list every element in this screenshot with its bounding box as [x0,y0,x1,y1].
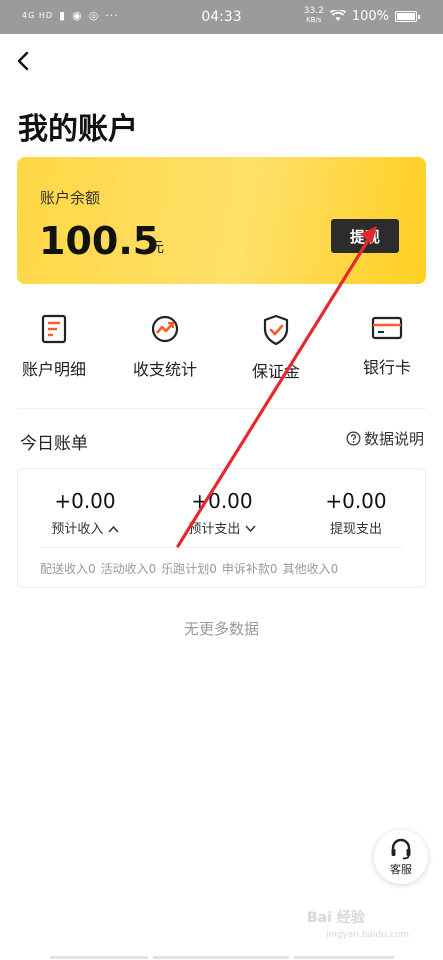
stat-value: +0.00 [325,489,387,513]
balance-amount: 100.5 [39,219,160,263]
headset-icon [391,838,411,860]
balance-label: 账户余额 [40,189,101,207]
net-speed-value: 33.2 [303,6,324,16]
menu-item-deposit[interactable]: 保证金 [226,314,326,384]
stat-expected-income[interactable]: +0.00 预计收入 [25,489,145,537]
stat-value: +0.00 [54,489,116,513]
income-breakdown: 配送收入0 活动收入0 乐跑计划0 申诉补款0 其他收入0 [40,560,338,577]
menu-label: 保证金 [251,362,300,381]
bottom-indicator-segment [50,956,148,959]
shield-check-icon [263,314,289,346]
watermark-url: jingyan.baidu.com [326,930,410,940]
menu-label: 账户明细 [21,360,86,379]
question-circle-icon [346,431,361,446]
customer-service-label: 客服 [390,863,412,876]
stat-label: 提现支出 [329,522,382,537]
bank-card-icon [371,316,403,340]
stat-value: +0.00 [191,489,253,513]
baidu-jingyan-watermark: Bai 经验 [307,910,365,926]
menu-item-account-details[interactable]: 账户明细 [4,314,104,384]
battery-icon [395,10,420,22]
breakdown-item: 活动收入0 [100,562,157,576]
stat-label: 预计支出 [188,522,241,537]
stat-expected-expense[interactable]: +0.00 预计支出 [162,489,282,537]
menu-label: 收支统计 [132,360,197,379]
stat-label-row: 预计支出 [162,518,282,537]
net-speed-unit: KB/s [306,16,322,24]
today-bill-title: 今日账单 [20,434,88,454]
stat-withdraw-expense: +0.00 提现支出 [296,489,416,537]
breakdown-item: 配送收入0 [40,562,96,576]
bottom-indicator-segment [153,956,289,959]
no-more-data: 无更多数据 [183,620,259,638]
wifi-icon [329,10,346,21]
stat-label: 预计收入 [51,522,104,537]
bottom-indicator-segment [294,956,394,959]
menu-label: 银行卡 [362,358,411,377]
status-right: 33.2 KB/s 100% [304,7,420,25]
chevron-up-icon [108,525,119,533]
net-speed: 33.2 KB/s [304,7,324,25]
trend-chart-icon [151,315,179,343]
data-info-link[interactable]: 数据说明 [346,428,424,449]
menu-item-income-stats[interactable]: 收支统计 [115,314,215,384]
battery-percent: 100% [351,8,389,24]
breakdown-item: 乐跑计划0 [161,562,217,576]
stat-label-row: 预计收入 [25,518,145,537]
bill-divider [40,547,403,548]
data-info-label: 数据说明 [363,430,424,448]
section-divider [17,408,426,409]
back-arrow-icon[interactable] [14,50,34,72]
page-title: 我的账户 [18,112,138,147]
chevron-down-icon [245,525,256,533]
breakdown-item: 申诉补款0 [221,562,278,576]
bill-card: +0.00 预计收入 +0.00 预计支出 +0.00 提现支出 配送收入0 活… [17,468,426,588]
customer-service-button[interactable]: 客服 [374,830,428,884]
document-list-icon [41,314,67,344]
balance-card: 账户余额 100.5 元 提现 [17,157,426,284]
withdraw-button[interactable]: 提现 [331,219,399,253]
breakdown-item: 其他收入0 [282,562,339,576]
status-bar: 4G HD ▮ ◉ ◎ ··· 04:33 33.2 KB/s 100% [0,0,443,34]
balance-unit: 元 [150,240,164,256]
menu-item-bank-card[interactable]: 银行卡 [337,314,437,384]
